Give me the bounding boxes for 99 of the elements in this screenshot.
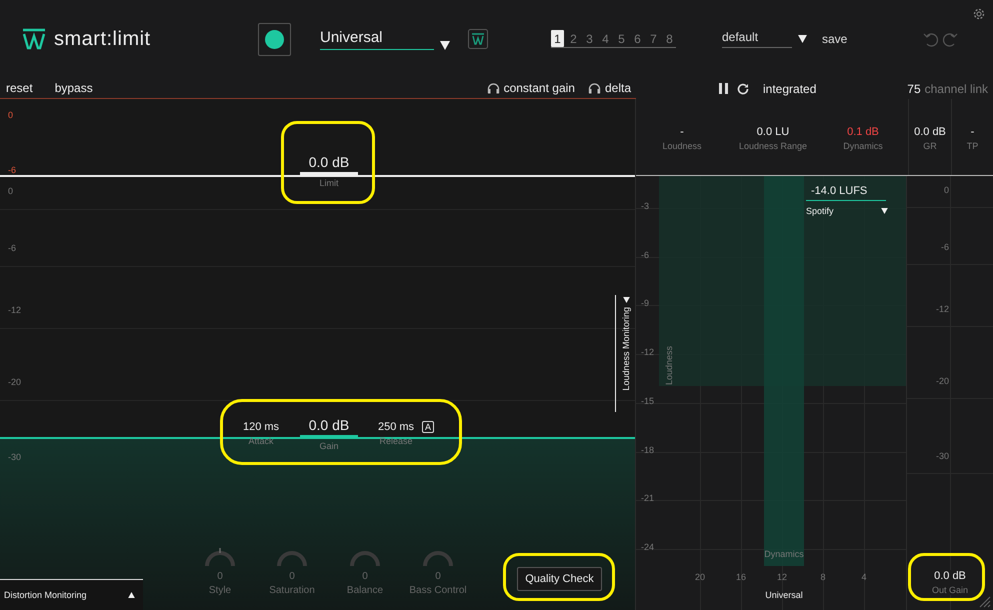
parameter-label: Release <box>379 436 413 446</box>
snapshot-tab[interactable]: 5 <box>615 30 628 47</box>
scale-label: 0 <box>942 185 949 195</box>
dynamics-axis-title: Dynamics <box>764 549 804 559</box>
metric-label: GR <box>923 140 937 150</box>
out-gain-value[interactable]: 0.0 dB <box>934 570 966 582</box>
undo-icon[interactable] <box>923 31 940 47</box>
loudness-axis-title: Loudness <box>664 346 674 386</box>
knob-label: Balance <box>346 585 384 596</box>
axis-label: 20 <box>694 572 706 582</box>
knob-label: Saturation <box>269 585 315 596</box>
settings-icon[interactable] <box>973 8 985 20</box>
logo-text: smart:limit <box>54 28 151 50</box>
profile-dropdown[interactable]: default <box>722 30 807 48</box>
metric-label: TP <box>966 140 978 150</box>
axis-label: 4 <box>860 572 868 582</box>
redo-icon[interactable] <box>942 31 958 47</box>
record-button[interactable] <box>258 22 291 56</box>
resize-grip-icon[interactable] <box>979 596 991 608</box>
loudness-target-value[interactable]: -14.0 LUFS <box>806 185 886 201</box>
logo-icon[interactable] <box>468 29 488 49</box>
snapshot-tab[interactable]: 2 <box>567 30 580 47</box>
axis-label: -21 <box>641 493 654 504</box>
knob-label: Bass Control <box>409 585 467 596</box>
knob-value: 0 <box>217 571 223 582</box>
channel-link-value[interactable]: 75 <box>907 82 921 96</box>
axis-label: -12 <box>641 347 654 358</box>
axis-label: -3 <box>641 201 650 211</box>
knob-value: 0 <box>435 571 441 582</box>
metric-label: Dynamics <box>843 140 883 150</box>
parameter-value[interactable]: 0.0 dB <box>308 417 350 433</box>
refresh-icon[interactable] <box>737 82 749 94</box>
headphones-icon[interactable] <box>588 82 601 94</box>
limit-handle[interactable] <box>300 172 358 175</box>
preset-dropdown[interactable]: Universal <box>320 28 450 50</box>
profile-label: Universal <box>764 590 804 600</box>
snapshot-tab[interactable]: 1 <box>551 30 564 47</box>
knob-label: Style <box>208 585 232 596</box>
parameter-label: Attack <box>248 436 274 446</box>
metric-label: Loudness Range <box>738 140 808 150</box>
metric-value: - <box>680 126 684 138</box>
limit-label: Limit <box>319 178 338 188</box>
snapshot-tab[interactable]: 4 <box>599 30 612 47</box>
scale-label: -6 <box>8 165 16 175</box>
axis-label: -15 <box>641 396 654 406</box>
metric-value: 0.0 dB <box>914 126 946 138</box>
parameter-value[interactable]: 250 ms <box>378 421 414 433</box>
save-button[interactable]: save <box>822 32 848 46</box>
caret-icon <box>798 35 807 43</box>
loudness-monitoring-tab[interactable]: Loudness Monitoring <box>615 295 636 412</box>
limit-value[interactable]: 0.0 dB <box>308 154 350 170</box>
out-gain-label: Out Gain <box>932 585 968 595</box>
bypass-button[interactable]: bypass <box>54 81 93 95</box>
parameter-value[interactable]: 120 ms <box>242 421 280 433</box>
axis-label: -24 <box>641 542 654 552</box>
pause-icon[interactable] <box>719 83 728 94</box>
channel-link-label: channel link <box>924 82 988 96</box>
scale-label: -6 <box>940 242 949 252</box>
snapshot-tab[interactable]: 8 <box>663 30 676 47</box>
measurement-mode-button[interactable]: integrated <box>763 82 816 96</box>
caret-icon <box>440 40 450 50</box>
scale-label: 0 <box>8 186 14 196</box>
scale-label: -20 <box>8 377 22 387</box>
axis-label: -9 <box>641 298 650 308</box>
snapshot-tab[interactable]: 3 <box>583 30 596 47</box>
reset-button[interactable]: reset <box>6 81 33 95</box>
quality-check-button[interactable]: Quality Check <box>517 567 602 591</box>
axis-label: 16 <box>734 572 747 582</box>
knob-value: 0 <box>362 571 368 582</box>
listen-button[interactable]: constant gain <box>504 81 575 95</box>
scale-label: -30 <box>934 451 949 461</box>
scale-label: -20 <box>934 376 949 386</box>
snapshot-tab[interactable]: 7 <box>647 30 660 47</box>
scale-label: -6 <box>8 243 16 253</box>
listen-button[interactable]: delta <box>604 81 631 95</box>
platform-dropdown[interactable]: Spotify <box>806 206 888 216</box>
axis-label: -18 <box>641 444 654 454</box>
logo-icon <box>22 28 46 50</box>
axis-label: -6 <box>641 250 650 260</box>
knob[interactable] <box>204 545 236 567</box>
gain-handle[interactable] <box>300 435 358 438</box>
caret-icon <box>622 297 630 303</box>
knob-value: 0 <box>289 571 295 582</box>
distortion-monitoring-tab[interactable]: Distortion Monitoring <box>0 579 143 610</box>
scale-label: -30 <box>8 452 22 462</box>
metric-value: - <box>970 126 974 138</box>
parameter-label: Gain <box>319 441 338 451</box>
axis-label: 12 <box>776 572 788 582</box>
metric-value: 0.1 dB <box>847 126 879 138</box>
scale-label: 0 <box>8 110 14 120</box>
caret-icon <box>128 592 135 598</box>
scale-label: -12 <box>8 305 22 315</box>
scale-label: -12 <box>934 304 949 314</box>
snapshot-tab[interactable]: 6 <box>631 30 644 47</box>
metric-value: 0.0 LU <box>756 126 790 138</box>
axis-label: 8 <box>819 572 826 582</box>
metric-label: Loudness <box>662 140 702 150</box>
headphones-icon[interactable] <box>486 82 500 94</box>
auto-badge[interactable]: A <box>422 421 434 433</box>
